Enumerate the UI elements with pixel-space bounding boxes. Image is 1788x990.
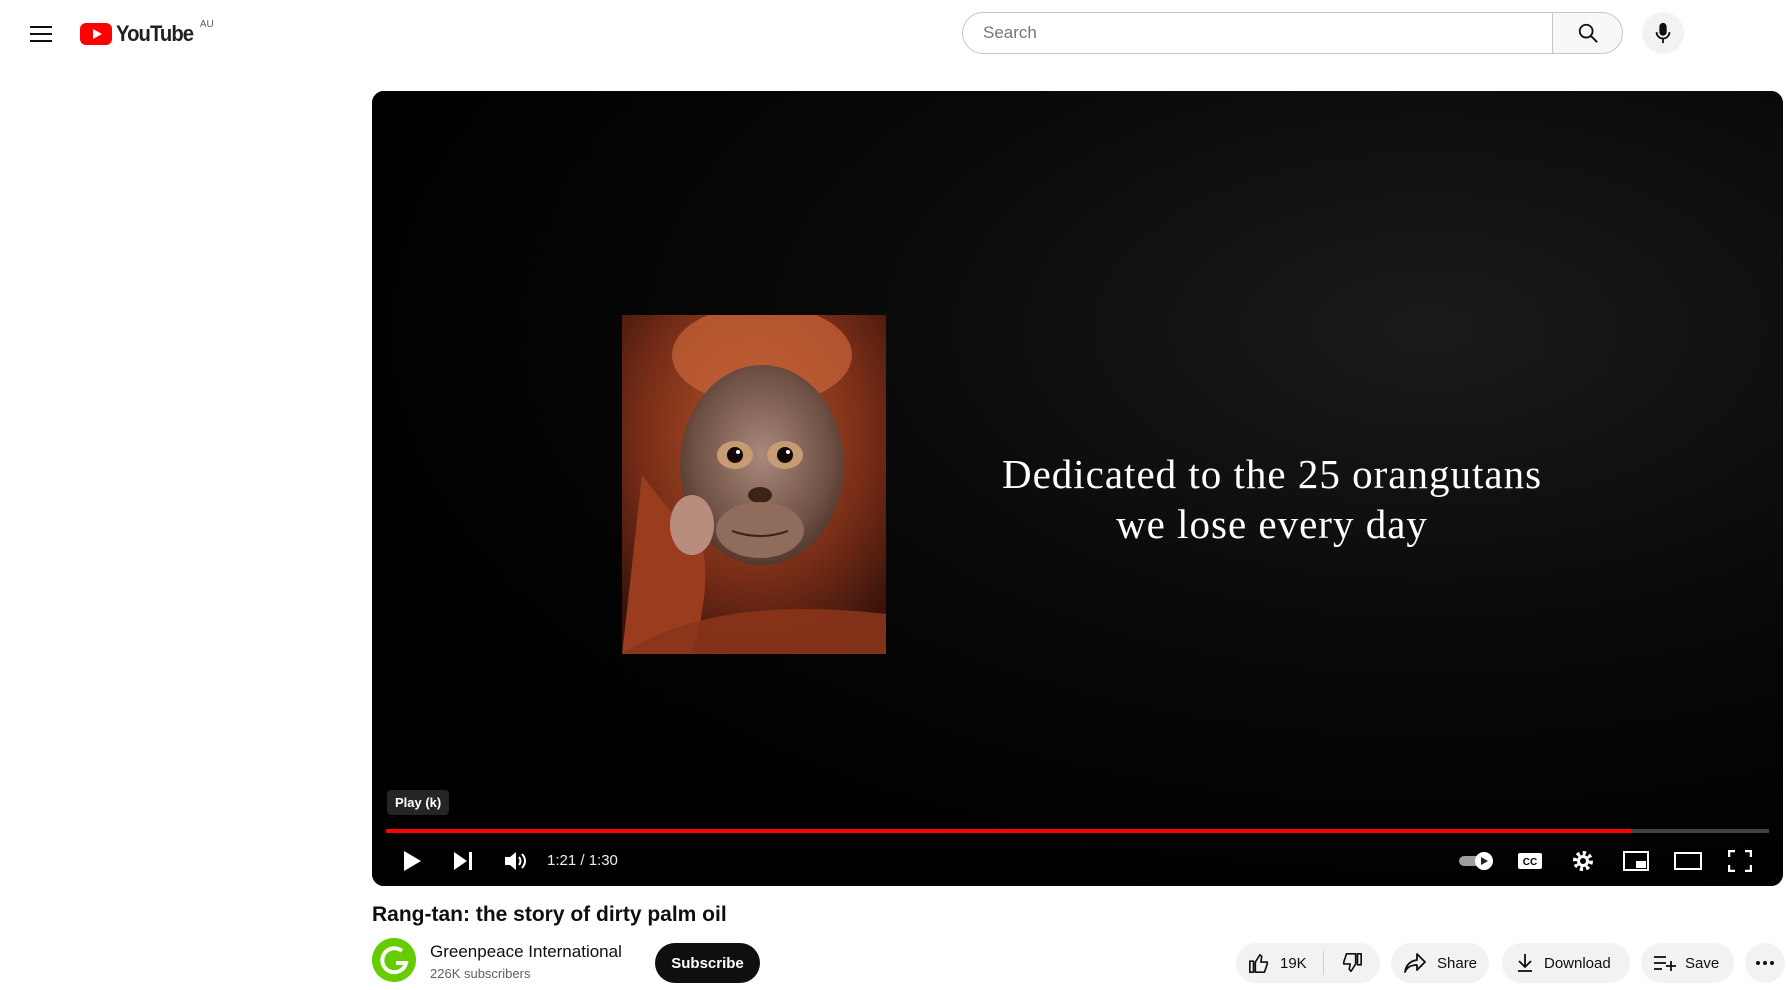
subscriber-count: 226K subscribers (430, 966, 531, 981)
autoplay-toggle[interactable] (1455, 839, 1499, 883)
download-button[interactable]: Download (1502, 943, 1630, 983)
youtube-logo-icon (80, 23, 112, 45)
captions-icon: CC (1518, 853, 1542, 869)
search-button[interactable] (1552, 12, 1623, 54)
mic-icon (1655, 22, 1671, 44)
youtube-logo[interactable]: YouTube AU (80, 18, 214, 50)
like-count: 19K (1280, 954, 1307, 972)
theater-icon (1674, 852, 1702, 870)
more-icon (1756, 961, 1774, 965)
play-button[interactable] (390, 839, 434, 883)
more-actions-button[interactable] (1745, 943, 1785, 983)
time-display: 1:21 / 1:30 (547, 852, 618, 869)
search-icon (1578, 23, 1598, 43)
orangutan-photo (622, 315, 886, 654)
logo-region: AU (199, 19, 214, 30)
miniplayer-icon (1623, 851, 1649, 871)
video-player[interactable]: Dedicated to the 25 orangutans we lose e… (372, 91, 1783, 886)
play-icon (404, 851, 421, 871)
save-button[interactable]: Save (1641, 943, 1734, 983)
caption-line-1: Dedicated to the 25 orangutans (1001, 451, 1543, 497)
search-input[interactable] (981, 22, 1552, 44)
miniplayer-button[interactable] (1614, 839, 1658, 883)
save-label: Save (1685, 954, 1720, 972)
dislike-icon (1342, 953, 1362, 973)
video-caption: Dedicated to the 25 orangutans we lose e… (962, 449, 1582, 549)
channel-avatar[interactable] (372, 938, 416, 982)
like-icon (1249, 953, 1269, 973)
share-label: Share (1437, 954, 1478, 972)
fullscreen-button[interactable] (1718, 839, 1762, 883)
save-icon (1654, 956, 1676, 971)
video-title: Rang-tan: the story of dirty palm oil (372, 903, 727, 926)
dislike-button[interactable] (1324, 943, 1380, 983)
menu-icon (30, 26, 52, 42)
settings-button[interactable] (1561, 839, 1605, 883)
share-button[interactable]: Share (1391, 943, 1489, 983)
volume-icon (505, 852, 526, 870)
volume-button[interactable] (494, 839, 538, 883)
player-controls: 1:21 / 1:30 CC (372, 839, 1783, 883)
like-dislike-group: 19K (1236, 943, 1380, 983)
next-button[interactable] (441, 839, 485, 883)
voice-search-button[interactable] (1642, 12, 1684, 54)
settings-icon (1573, 851, 1593, 871)
theater-mode-button[interactable] (1666, 839, 1710, 883)
download-icon (1518, 954, 1532, 972)
progress-bar[interactable] (386, 829, 1769, 833)
download-label: Download (1544, 954, 1611, 972)
play-tooltip: Play (k) (387, 790, 450, 815)
logo-wordmark: YouTube (116, 21, 194, 46)
like-button[interactable]: 19K (1236, 943, 1323, 983)
progress-played (386, 829, 1631, 833)
share-icon (1404, 953, 1426, 973)
captions-button[interactable]: CC (1508, 839, 1552, 883)
subscribe-button[interactable]: Subscribe (655, 943, 760, 983)
search-box[interactable] (962, 12, 1552, 54)
fullscreen-icon (1728, 850, 1752, 872)
caption-line-2: we lose every day (1116, 501, 1428, 547)
menu-button[interactable] (18, 14, 64, 54)
autoplay-toggle-icon (1459, 852, 1493, 870)
svg-text:CC: CC (1523, 857, 1537, 868)
channel-name[interactable]: Greenpeace International (430, 942, 622, 962)
next-icon (454, 852, 472, 870)
